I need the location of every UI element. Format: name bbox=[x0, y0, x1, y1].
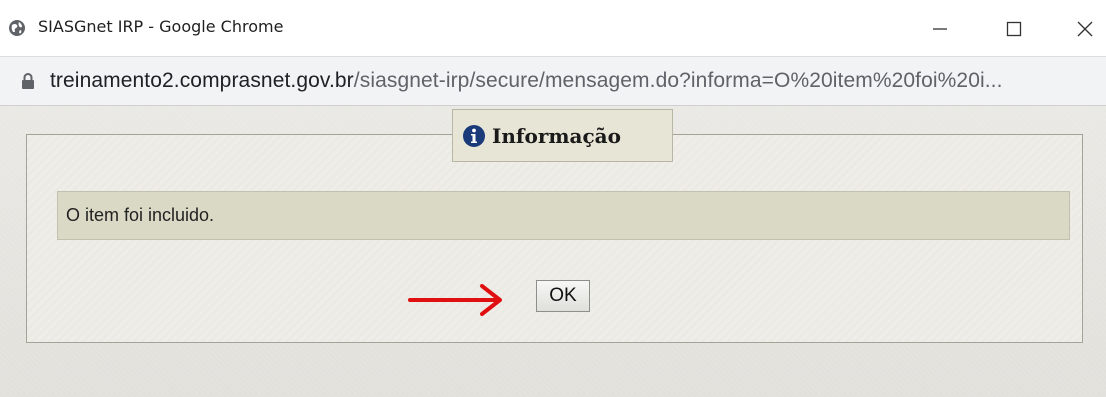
close-button[interactable] bbox=[1062, 10, 1106, 48]
minimize-icon bbox=[933, 28, 947, 30]
page-content: Informação bbox=[0, 106, 1106, 397]
url-host: treinamento2.comprasnet.gov.br bbox=[50, 69, 354, 92]
dialog-legend: Informação bbox=[452, 109, 673, 162]
globe-icon bbox=[9, 20, 25, 36]
lock-icon bbox=[22, 73, 34, 89]
address-bar[interactable]: treinamento2.comprasnet.gov.br/siasgnet-… bbox=[0, 56, 1106, 106]
message-box: O item foi incluido. bbox=[57, 191, 1070, 240]
browser-window: SIASGnet IRP - Google Chrome treinamento… bbox=[0, 0, 1106, 397]
url-path: /siasgnet-irp/secure/mensagem.do?informa… bbox=[353, 69, 1003, 92]
red-arrow-icon bbox=[408, 284, 502, 316]
maximize-icon bbox=[1006, 21, 1022, 37]
dialog-title: Informação bbox=[492, 123, 621, 148]
window-title: SIASGnet IRP - Google Chrome bbox=[38, 17, 284, 36]
info-icon bbox=[463, 124, 485, 147]
message-text: O item foi incluido. bbox=[66, 205, 215, 225]
close-icon bbox=[1077, 21, 1093, 37]
minimize-button[interactable] bbox=[917, 10, 963, 48]
title-bar: SIASGnet IRP - Google Chrome bbox=[0, 0, 1106, 56]
maximize-button[interactable] bbox=[991, 10, 1037, 48]
ok-button[interactable]: OK bbox=[536, 280, 590, 312]
url-text[interactable]: treinamento2.comprasnet.gov.br/siasgnet-… bbox=[50, 69, 1003, 93]
